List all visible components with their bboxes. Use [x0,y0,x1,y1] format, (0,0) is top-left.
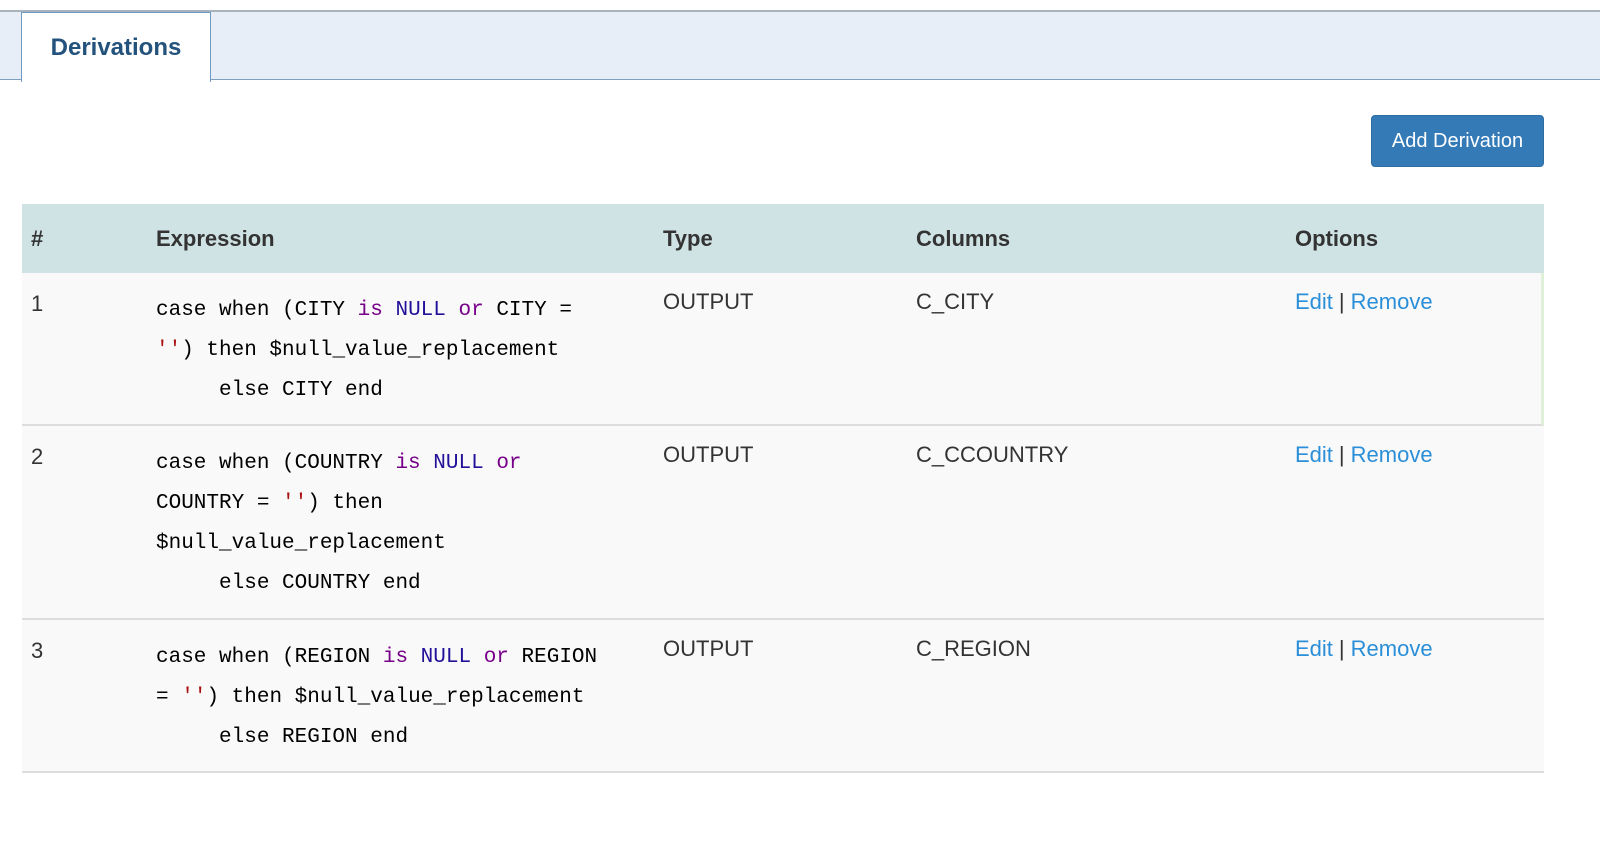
add-derivation-button[interactable]: Add Derivation [1371,115,1544,167]
type-value: OUTPUT [663,636,754,661]
columns-value: C_CITY [916,289,995,314]
edit-link[interactable]: Edit [1295,289,1333,314]
options-cell: Edit | Remove [1295,442,1433,468]
columns-value: C_REGION [916,636,1031,661]
tab-bar: Derivations [0,10,1600,82]
header-number: # [31,226,44,251]
expression-code: case when (CITY is NULL or CITY = '') th… [156,299,572,402]
tab-derivations[interactable]: Derivations [21,12,211,82]
edit-link[interactable]: Edit [1295,636,1333,661]
row-number: 1 [31,291,44,316]
table-row: 1 case when (CITY is NULL or CITY = '') … [22,273,1544,426]
table-header: # Expression Type Columns Options [22,204,1544,273]
columns-value: C_CCOUNTRY [916,442,1069,467]
remove-link[interactable]: Remove [1351,289,1433,314]
derivations-table: # Expression Type Columns Options 1 case… [22,204,1544,773]
row-number: 2 [31,444,44,469]
table-row: 2 case when (COUNTRY is NULL or COUNTRY … [22,426,1544,620]
header-type: Type [663,226,713,251]
options-separator: | [1338,442,1345,467]
options-separator: | [1338,636,1345,661]
header-expression: Expression [156,226,275,251]
type-value: OUTPUT [663,289,754,314]
expression-code: case when (REGION is NULL or REGION = ''… [156,646,598,749]
remove-link[interactable]: Remove [1351,442,1433,467]
header-columns: Columns [916,226,1011,251]
type-value: OUTPUT [663,442,754,467]
row-number: 3 [31,638,44,663]
edit-link[interactable]: Edit [1295,442,1333,467]
remove-link[interactable]: Remove [1351,636,1433,661]
table-row: 3 case when (REGION is NULL or REGION = … [22,620,1544,773]
options-separator: | [1338,289,1345,314]
options-cell: Edit | Remove [1295,636,1433,662]
header-options: Options [1295,226,1379,251]
expression-code: case when (COUNTRY is NULL or COUNTRY = … [156,452,522,595]
options-cell: Edit | Remove [1295,289,1433,315]
